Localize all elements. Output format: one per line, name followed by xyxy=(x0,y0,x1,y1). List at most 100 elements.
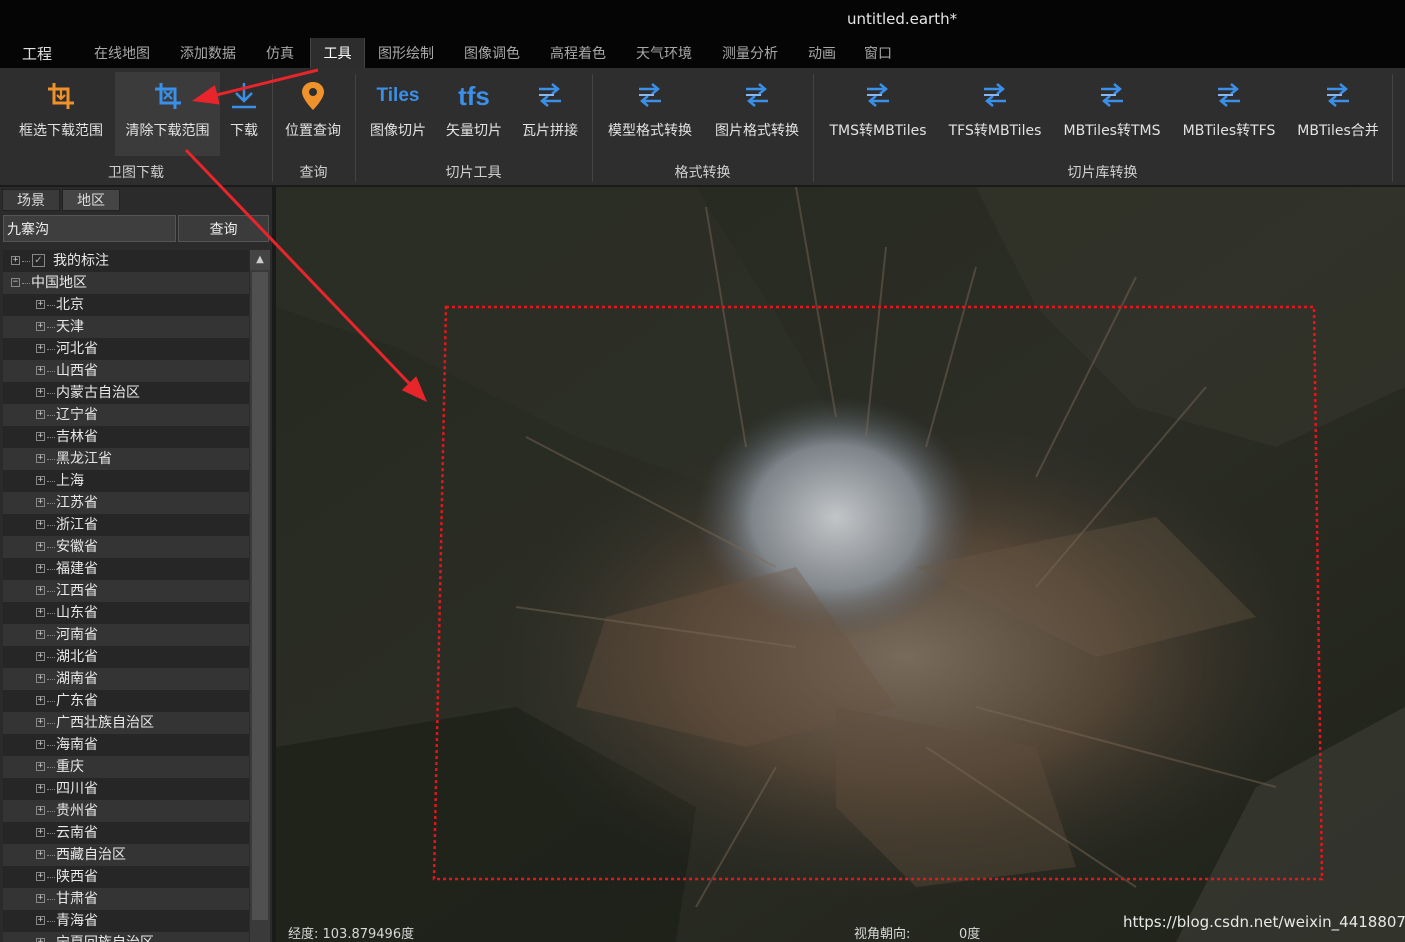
menu-item[interactable]: 动画 xyxy=(808,38,836,68)
expand-icon[interactable]: + xyxy=(36,740,45,749)
tree-item-province[interactable]: + 安徽省 xyxy=(3,536,249,558)
ribbon-tool-button[interactable]: TMS转MBTiles xyxy=(818,72,938,156)
expand-icon[interactable]: + xyxy=(36,938,45,942)
expand-icon[interactable]: + xyxy=(36,806,45,815)
map-view[interactable]: 经度: 103.879496度 视角朝向: 0度 https://blog.cs… xyxy=(276,187,1405,942)
expand-icon[interactable]: + xyxy=(36,432,45,441)
menu-item[interactable]: 天气环境 xyxy=(636,38,692,68)
tree-item-province[interactable]: + 山西省 xyxy=(3,360,249,382)
collapse-icon[interactable]: − xyxy=(11,278,20,287)
expand-icon[interactable]: + xyxy=(11,256,20,265)
tree-item-province[interactable]: + 陕西省 xyxy=(3,866,249,888)
expand-icon[interactable]: + xyxy=(36,454,45,463)
tree-item-province[interactable]: + 黑龙江省 xyxy=(3,448,249,470)
menu-item[interactable]: 工具 xyxy=(310,38,365,68)
menu-item[interactable]: 添加数据 xyxy=(180,38,236,68)
ribbon-tool-button[interactable]: 瓦片拼接 xyxy=(512,72,588,156)
expand-icon[interactable]: + xyxy=(36,608,45,617)
expand-icon[interactable]: + xyxy=(36,388,45,397)
tree-item-province[interactable]: + 江苏省 xyxy=(3,492,249,514)
tree-item-china[interactable]: − 中国地区 xyxy=(3,272,249,294)
search-button[interactable]: 查询 xyxy=(178,215,269,242)
expand-icon[interactable]: + xyxy=(36,828,45,837)
tree-item-province[interactable]: + 云南省 xyxy=(3,822,249,844)
tree-item-province[interactable]: + 四川省 xyxy=(3,778,249,800)
expand-icon[interactable]: + xyxy=(36,718,45,727)
expand-icon[interactable]: + xyxy=(36,344,45,353)
tree-item-province[interactable]: + 湖南省 xyxy=(3,668,249,690)
menu-item[interactable]: 窗口 xyxy=(864,38,892,68)
expand-icon[interactable]: + xyxy=(36,498,45,507)
tree-item-province[interactable]: + 河北省 xyxy=(3,338,249,360)
menu-item[interactable]: 图形绘制 xyxy=(378,38,434,68)
ribbon-tool-button[interactable]: 清除下载范围 xyxy=(115,72,220,156)
ribbon-tool-button[interactable]: MBTiles转TMS xyxy=(1054,72,1170,156)
expand-icon[interactable]: + xyxy=(36,322,45,331)
tree-item-province[interactable]: + 浙江省 xyxy=(3,514,249,536)
tree-item-province[interactable]: + 内蒙古自治区 xyxy=(3,382,249,404)
expand-icon[interactable]: + xyxy=(36,784,45,793)
tree-item-province[interactable]: + 北京 xyxy=(3,294,249,316)
expand-icon[interactable]: + xyxy=(36,366,45,375)
expand-icon[interactable]: + xyxy=(36,916,45,925)
ribbon-tool-button[interactable]: TFS转MBTiles xyxy=(940,72,1050,156)
checkbox-icon[interactable]: ✓ xyxy=(32,254,45,267)
expand-icon[interactable]: + xyxy=(36,850,45,859)
expand-icon[interactable]: + xyxy=(36,586,45,595)
ribbon-tool-button[interactable]: 位置查询 xyxy=(275,72,351,156)
tree-item-province[interactable]: + 海南省 xyxy=(3,734,249,756)
expand-icon[interactable]: + xyxy=(36,894,45,903)
expand-icon[interactable]: + xyxy=(36,652,45,661)
scroll-up-icon[interactable]: ▲ xyxy=(250,250,270,270)
tab-region[interactable]: 地区 xyxy=(62,189,120,211)
menu-item[interactable]: 高程着色 xyxy=(550,38,606,68)
menu-item[interactable]: 测量分析 xyxy=(722,38,778,68)
menu-item[interactable]: 仿真 xyxy=(266,38,294,68)
tree-item-province[interactable]: + 天津 xyxy=(3,316,249,338)
scroll-thumb[interactable] xyxy=(252,272,268,920)
expand-icon[interactable]: + xyxy=(36,300,45,309)
menu-item[interactable]: 图像调色 xyxy=(464,38,520,68)
tree-scrollbar[interactable]: ▲ xyxy=(250,250,270,942)
ribbon-tool-button[interactable]: 框选下载范围 xyxy=(6,72,116,156)
ribbon-tool-button[interactable]: tfs 矢量切片 xyxy=(438,72,510,156)
ribbon-tool-button[interactable]: MBTiles合并 xyxy=(1288,72,1388,156)
tree-item-province[interactable]: + 重庆 xyxy=(3,756,249,778)
expand-icon[interactable]: + xyxy=(36,696,45,705)
menu-item[interactable]: 工程 xyxy=(22,38,52,68)
ribbon-tool-button[interactable]: 下载 xyxy=(222,72,266,156)
tree-item-province[interactable]: + 福建省 xyxy=(3,558,249,580)
tree-item-province[interactable]: + 河南省 xyxy=(3,624,249,646)
tree-item-label: 我的标注 xyxy=(53,253,109,269)
tree-item-province[interactable]: + 湖北省 xyxy=(3,646,249,668)
tree-item-province[interactable]: + 甘肃省 xyxy=(3,888,249,910)
tree-item-province[interactable]: + 广东省 xyxy=(3,690,249,712)
expand-icon[interactable]: + xyxy=(36,542,45,551)
tree-item-province[interactable]: + 广西壮族自治区 xyxy=(3,712,249,734)
expand-icon[interactable]: + xyxy=(36,476,45,485)
tree-item-province[interactable]: + 西藏自治区 xyxy=(3,844,249,866)
expand-icon[interactable]: + xyxy=(36,630,45,639)
ribbon-tool-button[interactable]: 图片格式转换 xyxy=(705,72,809,156)
region-search-input[interactable] xyxy=(3,215,176,242)
menu-item[interactable]: 在线地图 xyxy=(94,38,150,68)
tree-item-province[interactable]: + 山东省 xyxy=(3,602,249,624)
tree-item-province[interactable]: + 宁夏回族自治区 xyxy=(3,932,249,942)
ribbon-tool-button[interactable]: 模型格式转换 xyxy=(597,72,703,156)
expand-icon[interactable]: + xyxy=(36,762,45,771)
tree-item-province[interactable]: + 吉林省 xyxy=(3,426,249,448)
tree-item-my-marks[interactable]: + ✓ 我的标注 xyxy=(3,250,249,272)
tree-item-province[interactable]: + 贵州省 xyxy=(3,800,249,822)
expand-icon[interactable]: + xyxy=(36,410,45,419)
tree-item-province[interactable]: + 青海省 xyxy=(3,910,249,932)
expand-icon[interactable]: + xyxy=(36,872,45,881)
expand-icon[interactable]: + xyxy=(36,674,45,683)
tree-item-province[interactable]: + 辽宁省 xyxy=(3,404,249,426)
tree-item-province[interactable]: + 江西省 xyxy=(3,580,249,602)
tab-scene[interactable]: 场景 xyxy=(2,189,60,211)
tree-item-province[interactable]: + 上海 xyxy=(3,470,249,492)
ribbon-tool-button[interactable]: MBTiles转TFS xyxy=(1174,72,1284,156)
ribbon-tool-button[interactable]: Tiles 图像切片 xyxy=(360,72,436,156)
expand-icon[interactable]: + xyxy=(36,564,45,573)
expand-icon[interactable]: + xyxy=(36,520,45,529)
